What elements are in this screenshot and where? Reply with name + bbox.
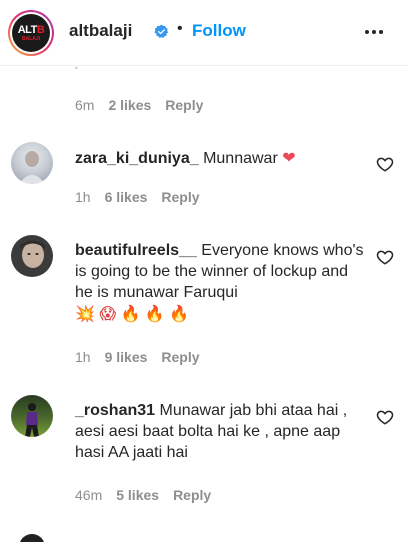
comment-body: beautifulreels__ Everyone knows who's is… bbox=[75, 240, 365, 325]
heart-outline-icon[interactable] bbox=[376, 155, 394, 173]
comment-meta: 46m 5 likes Reply bbox=[75, 487, 211, 503]
fire-emoji: 🔥 bbox=[144, 304, 165, 323]
commenter-username[interactable]: beautifulreels__ bbox=[75, 242, 197, 259]
comment-text: Munnawar bbox=[203, 150, 278, 167]
comment-body: _roshan31 Munawar jab bhi ataa hai , aes… bbox=[75, 400, 365, 463]
comment-time: 1h bbox=[75, 349, 91, 365]
comment-time: 1h bbox=[75, 189, 91, 205]
more-options-icon[interactable] bbox=[363, 22, 385, 42]
separator-dot: • bbox=[177, 20, 183, 37]
comment-likes[interactable]: 2 likes bbox=[108, 97, 151, 113]
commenter-username[interactable]: zara_ki_duniya_ bbox=[75, 150, 199, 167]
post-header: ALTB BALAJI altbalaji • Follow bbox=[0, 0, 407, 66]
next-commenter-avatar[interactable] bbox=[19, 534, 45, 542]
collision-emoji: 💥 bbox=[75, 304, 95, 323]
commenter-username[interactable]: _roshan31 bbox=[75, 402, 155, 419]
commenter-avatar[interactable] bbox=[11, 235, 53, 277]
screaming-face-emoji: 😱 bbox=[99, 304, 117, 323]
reply-button[interactable]: Reply bbox=[173, 487, 211, 503]
comment-likes[interactable]: 9 likes bbox=[105, 349, 148, 365]
commenter-avatar[interactable] bbox=[11, 142, 53, 184]
comment-time: 6m bbox=[75, 97, 95, 113]
comment-likes[interactable]: 5 likes bbox=[116, 487, 159, 503]
heart-outline-icon[interactable] bbox=[376, 408, 394, 426]
commenter-avatar[interactable] bbox=[11, 395, 53, 437]
comment-time: 46m bbox=[75, 487, 103, 503]
follow-button[interactable]: Follow bbox=[192, 21, 246, 41]
comment-meta: 6m 2 likes Reply bbox=[75, 97, 203, 113]
reply-button[interactable]: Reply bbox=[161, 189, 199, 205]
previous-comment-tail: ˘ bbox=[75, 66, 78, 76]
comment-likes[interactable]: 6 likes bbox=[105, 189, 148, 205]
fire-emoji: 🔥 bbox=[120, 304, 141, 323]
profile-username[interactable]: altbalaji bbox=[69, 21, 132, 41]
profile-avatar[interactable]: ALTB BALAJI bbox=[8, 10, 54, 56]
reply-button[interactable]: Reply bbox=[165, 97, 203, 113]
comment-body: zara_ki_duniya_ Munnawar ❤ bbox=[75, 147, 365, 169]
verified-badge-icon bbox=[154, 24, 169, 38]
fire-emoji: 🔥 bbox=[169, 304, 190, 323]
reply-button[interactable]: Reply bbox=[161, 349, 199, 365]
comment-meta: 1h 6 likes Reply bbox=[75, 189, 200, 205]
heart-outline-icon[interactable] bbox=[376, 248, 394, 266]
comment-meta: 1h 9 likes Reply bbox=[75, 349, 200, 365]
red-heart-emoji: ❤ bbox=[282, 148, 296, 167]
altbalaji-logo: ALTB BALAJI bbox=[12, 14, 50, 52]
